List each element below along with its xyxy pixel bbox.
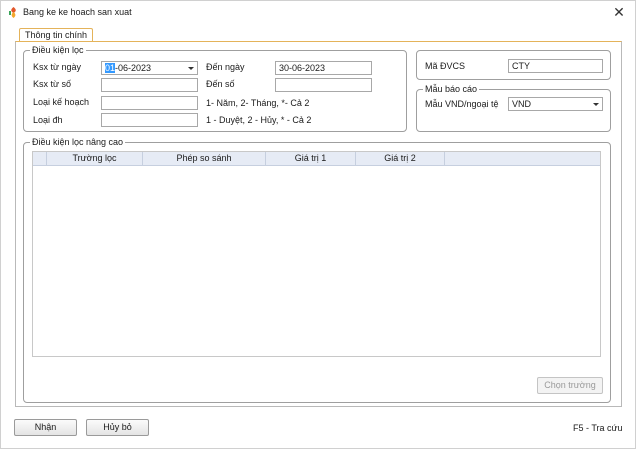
plan-type-field[interactable] [101, 96, 198, 110]
chevron-down-icon[interactable] [188, 67, 194, 70]
from-number-field[interactable] [101, 78, 198, 92]
app-icon [9, 7, 16, 18]
lookup-hint: F5 - Tra cứu [573, 423, 623, 433]
column-header-value-2[interactable]: Giá trị 2 [356, 152, 445, 165]
unit-code-label: Mã ĐVCS [425, 61, 466, 71]
chevron-down-icon[interactable] [593, 103, 599, 106]
to-number-field[interactable] [275, 78, 372, 92]
unit-group: Mã ĐVCS CTY [416, 50, 611, 80]
choose-field-button[interactable]: Chọn trường [537, 377, 603, 394]
order-type-hint: 1 - Duyệt, 2 - Hủy, * - Cả 2 [206, 115, 312, 125]
to-number-label: Đến số [206, 79, 235, 89]
tab-thong-tin-chinh[interactable]: Thông tin chính [19, 28, 94, 42]
advanced-filter-legend: Điều kiện lọc nâng cao [30, 137, 126, 147]
title-bar: Bang ke ke hoach san xuat ✕ [1, 1, 635, 23]
filter-group-legend: Điều kiện lọc [30, 45, 86, 55]
from-date-rest: -06-2023 [115, 63, 152, 73]
from-date-selected-part: 01 [105, 63, 116, 73]
filter-group: Điều kiện lọc Ksx từ ngày 01-06-2023 Đến… [23, 45, 407, 132]
column-header-value-1[interactable]: Giá trị 1 [266, 152, 356, 165]
to-date-label: Đến ngày [206, 62, 245, 72]
from-date-label: Ksx từ ngày [33, 62, 82, 72]
plan-type-hint: 1- Năm, 2- Tháng, *- Cả 2 [206, 98, 310, 108]
plan-type-label: Loại kế hoạch [33, 97, 90, 107]
grid-row-selector-header [33, 152, 47, 165]
order-type-field[interactable] [101, 113, 198, 127]
report-template-group: Mẫu báo cáo Mẫu VND/ngoại tệ VND [416, 84, 611, 132]
window-title: Bang ke ke hoach san xuat [23, 7, 132, 17]
order-type-label: Loại đh [33, 115, 63, 125]
currency-template-label: Mẫu VND/ngoại tệ [425, 99, 499, 109]
tab-panel: Điều kiện lọc Ksx từ ngày 01-06-2023 Đến… [15, 41, 622, 407]
dialog-window: Bang ke ke hoach san xuat ✕ Thông tin ch… [0, 0, 636, 449]
close-icon[interactable]: ✕ [611, 4, 627, 20]
report-template-legend: Mẫu báo cáo [423, 84, 480, 94]
column-header-comparison[interactable]: Phép so sánh [143, 152, 266, 165]
currency-template-select[interactable]: VND [508, 97, 603, 111]
to-date-field[interactable]: 30-06-2023 [275, 61, 372, 75]
unit-code-field[interactable]: CTY [508, 59, 603, 73]
currency-template-value: VND [512, 99, 532, 109]
filter-grid-header: Trường lọc Phép so sánh Giá trị 1 Giá tr… [33, 152, 600, 166]
from-number-label: Ksx từ số [33, 79, 72, 89]
filter-grid[interactable]: Trường lọc Phép so sánh Giá trị 1 Giá tr… [32, 151, 601, 357]
column-header-field[interactable]: Trường lọc [47, 152, 143, 165]
ok-button[interactable]: Nhận [14, 419, 77, 436]
from-date-field[interactable]: 01-06-2023 [101, 61, 198, 75]
cancel-button[interactable]: Hủy bỏ [86, 419, 149, 436]
advanced-filter-group: Điều kiện lọc nâng cao Trường lọc Phép s… [23, 137, 611, 403]
